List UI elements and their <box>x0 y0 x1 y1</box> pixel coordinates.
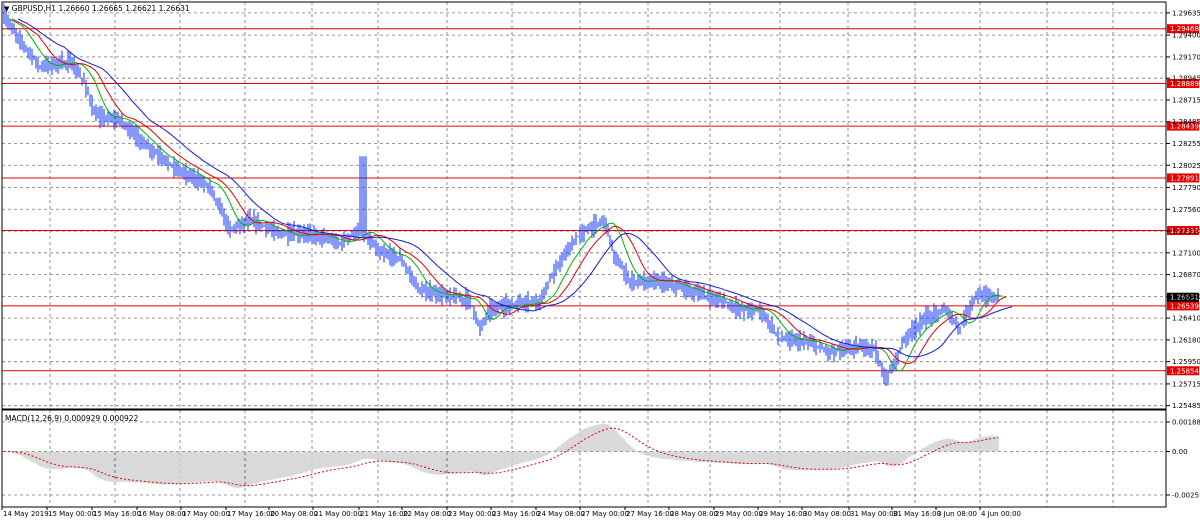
price-tick-label: 1.26410 <box>1172 315 1200 323</box>
price-chart[interactable]: 1.294681.288891.284391.278911.273361.265… <box>0 0 1200 523</box>
symbol-quote-label: GBPUSD,H1 1.26660 1.26665 1.26621 1.2663… <box>11 4 190 13</box>
price-tick-label: 1.29400 <box>1172 32 1200 40</box>
level-price-label: 1.25854 <box>1170 367 1199 375</box>
price-tick-label: 1.27100 <box>1172 249 1200 257</box>
price-tick-label: 1.27330 <box>1172 228 1200 236</box>
price-tick-label: 1.28945 <box>1172 75 1200 83</box>
time-tick-label: 24 May 08:00 <box>537 510 585 518</box>
price-tick-label: 1.26180 <box>1172 336 1200 344</box>
macd-signal-line <box>4 427 999 487</box>
time-tick-label: 15 May 16:00 <box>93 510 141 518</box>
price-tick-label: 1.25950 <box>1172 358 1200 366</box>
macd-label: MACD(12,26,9) 0.000929 0.000922 <box>5 414 139 423</box>
time-tick-label: 21 May 16:00 <box>360 510 408 518</box>
price-tick-label: 1.26870 <box>1172 271 1200 279</box>
time-tick-label: 27 May 16:00 <box>626 510 674 518</box>
price-tick-label: 1.28485 <box>1172 118 1200 126</box>
time-tick-label: 29 May 00:00 <box>715 510 763 518</box>
macd-tick-label: 0.00 <box>1172 448 1188 456</box>
time-tick-label: 31 May 00:00 <box>850 510 898 518</box>
time-tick-label: 20 May 08:00 <box>270 510 318 518</box>
time-tick-label: 30 May 08:00 <box>803 510 851 518</box>
price-series <box>3 3 999 387</box>
time-tick-label: 28 May 08:00 <box>670 510 718 518</box>
price-tick-label: 1.25485 <box>1172 402 1200 410</box>
time-tick-label: 17 May 16:00 <box>227 510 275 518</box>
time-tick-label: 23 May 00:00 <box>448 510 496 518</box>
time-tick-label: 31 May 16:00 <box>893 510 941 518</box>
price-tick-label: 1.27790 <box>1172 184 1200 192</box>
price-tick-label: 1.27560 <box>1172 206 1200 214</box>
price-tick-label: 1.28025 <box>1172 162 1200 170</box>
dropdown-arrow-icon[interactable]: ▼ <box>4 5 9 13</box>
chart-window[interactable]: 1.29468 1.28889 1.28439 1.27891 1.27336 1.265… <box>0 0 1200 523</box>
time-tick-label: 27 May 00:00 <box>581 510 629 518</box>
macd-header: MACD(12,26,9) 0.000929 0.000922 <box>5 414 138 423</box>
time-tick-label: 21 May 00:00 <box>314 510 362 518</box>
symbol-header: ▼ GBPUSD,H1 1.26660 1.26665 1.26621 1.26… <box>4 4 190 13</box>
macd-subwindow <box>4 423 999 489</box>
macd-plot-border <box>1 409 1167 508</box>
time-tick-label: 17 May 00:00 <box>182 510 230 518</box>
price-tick-label: 1.28255 <box>1172 140 1200 148</box>
price-tick-label: 1.28715 <box>1172 96 1200 104</box>
time-tick-label: 14 May 2019 <box>3 510 49 518</box>
time-tick-label: 16 May 08:00 <box>138 510 186 518</box>
price-tick-label: 1.29170 <box>1172 53 1200 61</box>
time-tick-label: 22 May 08:00 <box>403 510 451 518</box>
time-tick-label: 29 May 16:00 <box>759 510 807 518</box>
level-price-label: 1.26539 <box>1170 302 1199 310</box>
time-tick-label: 23 May 16:00 <box>492 510 540 518</box>
horizontal-levels: 1.294681.288891.284391.278911.273361.265… <box>2 24 1199 376</box>
time-tick-label: 3 Jun 08:00 <box>937 510 977 518</box>
price-tick-label: 1.29635 <box>1172 9 1200 17</box>
time-tick-label: 4 Jun 00:00 <box>981 510 1021 518</box>
macd-tick-label: 0.001882 <box>1172 419 1200 427</box>
level-price-label: 1.27891 <box>1170 174 1199 182</box>
mid-ma-line <box>11 18 1007 365</box>
price-tick-label: 1.25715 <box>1172 380 1200 388</box>
time-axis: 14 May 2019 15 May 00:0015 May 16:0016 Ma… <box>1 507 1021 518</box>
time-tick-label: 15 May 00:00 <box>48 510 96 518</box>
price-tick-label: 1.26640 <box>1172 293 1200 301</box>
main-plot-border <box>1 1 1167 410</box>
macd-tick-label: -0.002516 <box>1172 492 1200 500</box>
